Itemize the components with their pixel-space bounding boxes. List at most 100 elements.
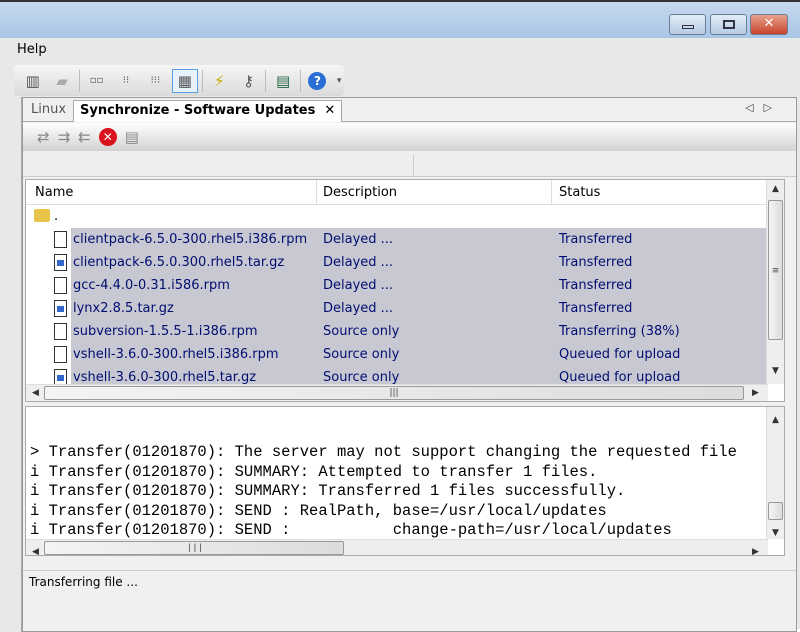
sync-panel: Linux Synchronize - Software Updates ✕ ◁… xyxy=(22,97,797,632)
minimize-button[interactable] xyxy=(669,14,706,35)
file-list: Name Description Status . clientpack-6.5… xyxy=(25,179,785,402)
left-panel-edge xyxy=(0,97,22,632)
details-view-icon[interactable]: ▦ xyxy=(172,68,198,93)
file-description: Source only xyxy=(323,347,400,362)
panel-icon[interactable]: ▥ xyxy=(20,69,45,93)
info-bar xyxy=(23,153,796,177)
folder-icon xyxy=(34,209,50,222)
app-body: Help ▥ ▰ ▫▫ ⁝⁝ ⁝⁝⁝ ▦ ⚡ ⚷ ▤ ? ▾ Linux Syn… xyxy=(0,38,800,632)
divider xyxy=(299,69,301,92)
small-icons-view-icon[interactable]: ⁝⁝ xyxy=(113,69,138,93)
divider xyxy=(78,69,80,92)
column-name[interactable]: Name xyxy=(35,185,73,200)
tab-scroll-arrows: ◁▷ xyxy=(745,101,782,114)
close-button[interactable]: ✕ xyxy=(750,14,788,35)
tab-bar: Linux Synchronize - Software Updates ✕ ◁… xyxy=(23,98,796,122)
column-description[interactable]: Description xyxy=(323,185,397,200)
archive-file-icon xyxy=(54,300,67,317)
list-view-icon[interactable]: ⁝⁝⁝ xyxy=(143,69,168,93)
file-name: clientpack-6.5.0.300.rhel5.tar.gz xyxy=(73,255,285,270)
main-toolbar: ▥ ▰ ▫▫ ⁝⁝ ⁝⁝⁝ ▦ ⚡ ⚷ ▤ ? ▾ xyxy=(14,65,344,96)
large-icons-view-icon[interactable]: ▫▫ xyxy=(84,69,109,93)
connect-icon[interactable]: ⚡ xyxy=(207,69,232,93)
file-status: Transferred xyxy=(559,255,633,270)
tab-label: Linux xyxy=(31,102,67,117)
upload-folder-icon[interactable]: ▰ xyxy=(49,69,74,93)
divider xyxy=(265,69,267,92)
file-status: Queued for upload xyxy=(559,347,681,362)
list-item-root[interactable]: . xyxy=(26,205,766,228)
file-description: Source only xyxy=(323,324,400,339)
list-item[interactable]: subversion-1.5.5-1.i386.rpm Source only … xyxy=(26,320,766,343)
status-text: Transferring file ... xyxy=(29,575,138,589)
file-status: Transferred xyxy=(559,278,633,293)
status-bar: Transferring file ... xyxy=(23,570,796,594)
close-icon: ✕ xyxy=(763,16,775,31)
toolbar-overflow-icon[interactable]: ▾ xyxy=(334,69,344,93)
list-item[interactable]: clientpack-6.5.0.300.rhel5.tar.gz Delaye… xyxy=(26,251,766,274)
scroll-thumb[interactable]: ||| xyxy=(44,541,344,555)
file-description: Delayed ... xyxy=(323,301,394,316)
list-header: Name Description Status xyxy=(26,180,784,205)
file-name: subversion-1.5.5-1.i386.rpm xyxy=(73,324,258,339)
file-status: Transferred xyxy=(559,301,633,316)
file-status: Transferred xyxy=(559,232,633,247)
file-name: lynx2.8.5.tar.gz xyxy=(73,301,174,316)
log-line: i Transfer(01201870): SUMMARY: Attempted… xyxy=(30,462,598,481)
log-line: i Transfer(01201870): SEND : RealPath, b… xyxy=(30,501,607,520)
list-item[interactable]: gcc-4.4.0-0.31.i586.rpm Delayed ... Tran… xyxy=(26,274,766,297)
tab-close-icon[interactable]: ✕ xyxy=(324,103,335,118)
sync-icon[interactable]: ⇄ xyxy=(37,128,50,146)
menu-help[interactable]: Help xyxy=(17,42,47,57)
maximize-button[interactable] xyxy=(710,14,747,35)
file-description: Delayed ... xyxy=(323,255,394,270)
tab-linux[interactable]: Linux xyxy=(25,100,72,122)
log-line: i Transfer(01201870): SUMMARY: Transferr… xyxy=(30,482,626,500)
log-vertical-scrollbar[interactable]: ▲ ▼ xyxy=(766,407,784,539)
tab-scroll-right-icon[interactable]: ▷ xyxy=(764,101,782,114)
file-name: clientpack-6.5.0-300.rhel5.i386.rpm xyxy=(73,232,308,247)
log-horizontal-scrollbar[interactable]: ◀ ||| ▶ xyxy=(26,539,768,555)
sftp-icon[interactable]: ▤ xyxy=(270,69,295,93)
list-item[interactable]: lynx2.8.5.tar.gz Delayed ... Transferred xyxy=(26,297,766,320)
log-line: > Transfer(01201870): The server may not… xyxy=(30,443,737,461)
cancel-icon[interactable]: ✕ xyxy=(98,128,117,146)
file-status: Transferring (38%) xyxy=(559,324,680,339)
divider xyxy=(201,69,203,92)
list-item[interactable]: clientpack-6.5.0-300.rhel5.i386.rpm Dela… xyxy=(26,228,766,251)
file-description: Delayed ... xyxy=(323,232,394,247)
help-icon[interactable]: ? xyxy=(305,69,330,93)
log-line: i Transfer(01201870): SEND : change-path… xyxy=(30,521,672,539)
download-sync-icon[interactable]: ⇇ xyxy=(78,128,91,146)
key-icon[interactable]: ⚷ xyxy=(236,69,261,93)
maximize-icon xyxy=(722,20,735,29)
list-item[interactable]: vshell-3.6.0-300.rhel5.i386.rpm Source o… xyxy=(26,343,766,366)
file-name: gcc-4.4.0-0.31.i586.rpm xyxy=(73,278,230,293)
tab-label: Synchronize - Software Updates xyxy=(80,103,316,118)
properties-icon[interactable]: ▤ xyxy=(125,128,139,146)
column-status[interactable]: Status xyxy=(559,185,600,200)
list-vertical-scrollbar[interactable]: ▲ ≡ ▼ xyxy=(766,180,784,384)
file-name: vshell-3.6.0-300.rhel5.tar.gz xyxy=(73,370,257,385)
upload-sync-icon[interactable]: ⇉ xyxy=(58,128,71,146)
selection-highlight xyxy=(71,297,766,320)
sync-toolbar: ⇄ ⇉ ⇇ ✕ ▤ xyxy=(23,123,796,151)
log-output[interactable]: > Transfer(01201870): The server may not… xyxy=(25,406,785,556)
list-horizontal-scrollbar[interactable]: ◀ ||| ▶ xyxy=(26,384,768,401)
file-icon xyxy=(54,346,67,363)
scroll-thumb[interactable]: ||| xyxy=(44,386,744,400)
file-description: Source only xyxy=(323,370,400,385)
minimize-icon xyxy=(681,25,694,29)
folder-name: . xyxy=(54,209,59,224)
menu-bar: Help xyxy=(0,38,800,62)
file-description: Delayed ... xyxy=(323,278,394,293)
file-icon xyxy=(54,231,67,248)
scroll-thumb[interactable] xyxy=(768,502,783,520)
file-status: Queued for upload xyxy=(559,370,681,385)
archive-file-icon xyxy=(54,254,67,271)
scroll-thumb[interactable]: ≡ xyxy=(768,200,783,340)
file-icon xyxy=(54,323,67,340)
file-icon xyxy=(54,277,67,294)
tab-scroll-left-icon[interactable]: ◁ xyxy=(745,101,763,114)
tab-synchronize[interactable]: Synchronize - Software Updates ✕ xyxy=(73,100,343,122)
